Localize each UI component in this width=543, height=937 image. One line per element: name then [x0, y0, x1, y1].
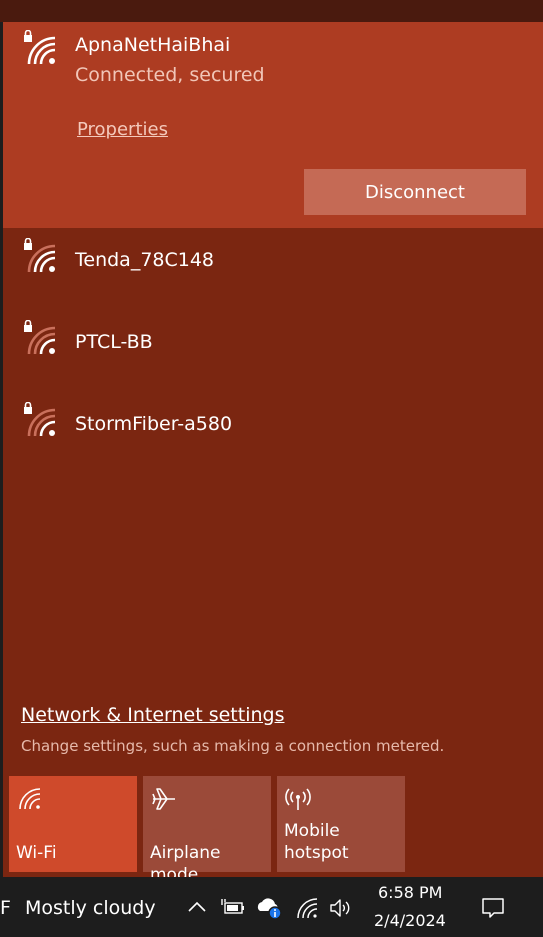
network-name: PTCL-BB — [75, 331, 153, 353]
volume-icon[interactable] — [328, 897, 354, 919]
network-item-stormfiber[interactable]: StormFiber-a580 — [3, 390, 543, 460]
mobile-hotspot-tile[interactable]: Mobile hotspot — [277, 776, 405, 872]
network-flyout: ApnaNetHaiBhai Connected, secured Proper… — [3, 22, 543, 885]
hotspot-icon — [285, 788, 311, 810]
disconnect-button[interactable]: Disconnect — [304, 169, 526, 215]
network-name: StormFiber-a580 — [75, 413, 233, 435]
network-item-tenda[interactable]: Tenda_78C148 — [3, 226, 543, 296]
weather-text: Mostly cloudy — [24, 897, 156, 919]
wifi-secured-icon — [24, 238, 56, 273]
airplane-mode-tile[interactable]: Airplane mode — [143, 776, 271, 885]
properties-link[interactable]: Properties — [77, 119, 168, 140]
connected-network-status: Connected, secured — [75, 64, 265, 86]
network-settings-link[interactable]: Network & Internet settings — [21, 704, 284, 726]
wifi-secured-icon — [24, 30, 56, 65]
wifi-toggle-tile[interactable]: Wi-Fi — [9, 776, 137, 872]
connected-network-panel[interactable]: ApnaNetHaiBhai Connected, secured Proper… — [3, 22, 543, 228]
network-item-ptcl[interactable]: PTCL-BB — [3, 308, 543, 378]
clock-time[interactable]: 6:58 PM — [378, 883, 442, 902]
chevron-up-icon[interactable] — [186, 899, 208, 915]
hotspot-tile-label: Mobile hotspot — [284, 821, 349, 863]
network-name: Tenda_78C148 — [75, 249, 215, 271]
weather-partial-text: F — [0, 897, 11, 919]
wifi-tile-label: Wi-Fi — [16, 843, 57, 863]
wifi-icon[interactable] — [296, 897, 320, 919]
wifi-secured-icon — [24, 402, 56, 437]
clock-date[interactable]: 2/4/2024 — [374, 911, 446, 930]
network-settings-description: Change settings, such as making a connec… — [21, 737, 445, 755]
airplane-icon — [152, 788, 175, 810]
action-center-icon[interactable] — [480, 895, 506, 921]
flyout-top-strip — [0, 0, 543, 22]
battery-plug-icon[interactable] — [220, 897, 246, 919]
taskbar: F Mostly cloudy 6:58 PM 2/4/2024 — [0, 877, 543, 937]
wifi-secured-icon — [24, 320, 56, 355]
wifi-icon — [19, 788, 41, 810]
connected-network-name: ApnaNetHaiBhai — [75, 34, 231, 56]
weather-widget[interactable]: F Mostly cloudy — [0, 897, 156, 919]
onedrive-info-icon[interactable] — [255, 895, 283, 921]
